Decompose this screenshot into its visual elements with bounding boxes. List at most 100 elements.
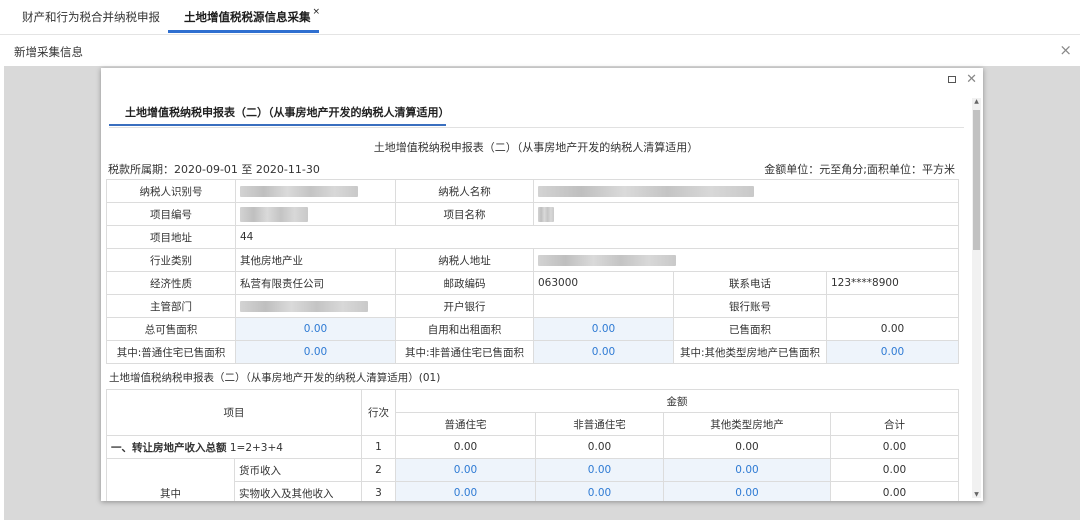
table-row: 其中 货币收入 2 0.00 0.00 0.00 0.00 bbox=[106, 458, 959, 501]
cell-label: 行业类别 bbox=[106, 248, 236, 272]
table-row: 纳税人识别号 纳税人名称 bbox=[106, 179, 959, 203]
table-row: 一、转让房地产收入总额 1=2+3+4 1 0.00 0.00 0.00 0.0… bbox=[106, 435, 959, 459]
scroll-up-icon[interactable]: ▲ bbox=[972, 98, 981, 105]
minimize-icon[interactable] bbox=[948, 76, 957, 83]
amount-nonordinary-input[interactable]: 0.00 bbox=[535, 458, 664, 482]
amount-nonordinary-input[interactable]: 0.00 bbox=[535, 481, 664, 501]
redacted-value bbox=[240, 300, 368, 312]
header-line: 行次 bbox=[361, 389, 396, 436]
tab-property-tax-filing[interactable]: 财产和行为税合并纳税申报 bbox=[22, 0, 160, 33]
amount-other: 0.00 bbox=[663, 435, 831, 459]
row-item-title: 一、转让房地产收入总额 bbox=[111, 441, 227, 454]
row-group: 其中 bbox=[106, 458, 235, 501]
row-item-formula: 1=2+3+4 bbox=[226, 441, 283, 454]
table-row: 项目地址 44 bbox=[106, 225, 959, 249]
cell-label: 项目名称 bbox=[395, 202, 534, 226]
phone-field: 123****8900 bbox=[826, 271, 959, 295]
close-icon[interactable]: × bbox=[1059, 43, 1072, 58]
tab-bar: 财产和行为税合并纳税申报 土地增值税税源信息采集 × bbox=[0, 0, 1080, 35]
bank-field bbox=[533, 294, 674, 318]
economic-nature-field: 私营有限责任公司 bbox=[235, 271, 396, 295]
table-row: 经济性质 私营有限责任公司 邮政编码 063000 联系电话 123****89… bbox=[106, 271, 959, 295]
cell-label: 总可售面积 bbox=[106, 317, 236, 341]
amount-ordinary-input[interactable]: 0.00 bbox=[395, 481, 536, 501]
unit-note: 金额单位：元至角分;面积单位：平方米 bbox=[764, 163, 955, 176]
cell-label: 开户银行 bbox=[395, 294, 534, 318]
table-row: 总可售面积 0.00 自用和出租面积 0.00 已售面积 0.00 bbox=[106, 317, 959, 341]
row-item: 货币收入 bbox=[234, 458, 362, 482]
amount-ordinary-input[interactable]: 0.00 bbox=[395, 458, 536, 482]
row-item: 实物收入及其他收入 bbox=[234, 481, 362, 501]
vertical-scrollbar[interactable]: ▲ ▼ bbox=[972, 98, 981, 498]
detail-table: 项目 行次 金额 普通住宅 非普通住宅 其他类型房地产 合计 一、转让房地产收入… bbox=[106, 389, 959, 501]
table-row: 行业类别 其他房地产业 纳税人地址 bbox=[106, 248, 959, 272]
table-row: 项目编号 项目名称 bbox=[106, 202, 959, 226]
redacted-value bbox=[240, 185, 358, 197]
header-nonordinary: 非普通住宅 bbox=[535, 412, 664, 436]
report-title: 土地增值税纳税申报表（二）（从事房地产开发的纳税人清算适用） bbox=[373, 141, 699, 154]
cell-label: 自用和出租面积 bbox=[395, 317, 534, 341]
department-field bbox=[235, 294, 396, 318]
divider bbox=[109, 127, 964, 128]
basic-info-table: 纳税人识别号 纳税人名称 项目编号 项目名称 项目地址 44 行业类别 其他房地… bbox=[106, 179, 959, 364]
row-item: 一、转让房地产收入总额 1=2+3+4 bbox=[106, 435, 362, 459]
cell-label: 纳税人识别号 bbox=[106, 179, 236, 203]
dialog-tools: ✕ bbox=[942, 72, 977, 87]
amount-total: 0.00 bbox=[830, 458, 959, 482]
tab-label: 财产和行为税合并纳税申报 bbox=[22, 10, 160, 24]
amount-ordinary: 0.00 bbox=[395, 435, 536, 459]
tab-close-icon[interactable]: × bbox=[313, 7, 321, 17]
redacted-value bbox=[538, 185, 754, 197]
sold-area-value: 0.00 bbox=[826, 317, 959, 341]
cell-label: 纳税人名称 bbox=[395, 179, 534, 203]
project-address-field: 44 bbox=[235, 225, 959, 249]
total-sale-area-input[interactable]: 0.00 bbox=[235, 317, 396, 341]
row-line: 1 bbox=[361, 435, 396, 459]
scroll-down-icon[interactable]: ▼ bbox=[972, 491, 981, 498]
cell-label: 邮政编码 bbox=[395, 271, 534, 295]
page-title: 新增采集信息 bbox=[14, 45, 83, 59]
cell-label: 项目地址 bbox=[106, 225, 236, 249]
industry-field: 其他房地产业 bbox=[235, 248, 396, 272]
redacted-value bbox=[538, 254, 676, 266]
table-header-row: 项目 行次 金额 bbox=[106, 389, 959, 436]
cell-label: 其中:普通住宅已售面积 bbox=[106, 340, 236, 364]
cell-label: 已售面积 bbox=[673, 317, 827, 341]
self-use-area-input[interactable]: 0.00 bbox=[533, 317, 674, 341]
redacted-value bbox=[240, 206, 308, 222]
table-row: 实物收入及其他收入 3 0.00 0.00 0.00 0.00 bbox=[107, 481, 959, 501]
tab-land-vat-source-collection[interactable]: 土地增值税税源信息采集 × bbox=[184, 0, 320, 33]
cell-label: 联系电话 bbox=[673, 271, 827, 295]
cell-label: 纳税人地址 bbox=[395, 248, 534, 272]
account-field bbox=[826, 294, 959, 318]
header-ordinary: 普通住宅 bbox=[395, 412, 536, 436]
ordinary-sold-area-input[interactable]: 0.00 bbox=[235, 340, 396, 364]
table-row: 主管部门 开户银行 银行账号 bbox=[106, 294, 959, 318]
amount-other-input[interactable]: 0.00 bbox=[663, 458, 831, 482]
section-tab[interactable]: 土地增值税纳税申报表（二）（从事房地产开发的纳税人清算适用） bbox=[109, 100, 450, 126]
report-dialog: ✕ 土地增值税纳税申报表（二）（从事房地产开发的纳税人清算适用） 土地增值税纳税… bbox=[101, 68, 983, 501]
header-other: 其他类型房地产 bbox=[663, 412, 831, 436]
header-total: 合计 bbox=[830, 412, 959, 436]
nonordinary-sold-area-input[interactable]: 0.00 bbox=[533, 340, 674, 364]
amount-total: 0.00 bbox=[830, 481, 959, 501]
row-line: 2 bbox=[361, 458, 396, 482]
other-sold-area-input[interactable]: 0.00 bbox=[826, 340, 959, 364]
postcode-field: 063000 bbox=[533, 271, 674, 295]
cell-label: 银行账号 bbox=[673, 294, 827, 318]
redacted-value bbox=[538, 206, 554, 222]
close-icon[interactable]: ✕ bbox=[966, 72, 977, 87]
taxpayer-address-field bbox=[533, 248, 959, 272]
detail-section-label: 土地增值税纳税申报表（二）（从事房地产开发的纳税人清算适用）(01) bbox=[109, 372, 441, 384]
taxpayer-id-field bbox=[235, 179, 396, 203]
cell-label: 项目编号 bbox=[106, 202, 236, 226]
cell-label: 其中:非普通住宅已售面积 bbox=[395, 340, 534, 364]
header-item: 项目 bbox=[106, 389, 362, 436]
cell-label: 经济性质 bbox=[106, 271, 236, 295]
amount-other-input[interactable]: 0.00 bbox=[663, 481, 831, 501]
sub-header: 新增采集信息 × bbox=[0, 35, 1080, 65]
project-name-field bbox=[533, 202, 959, 226]
scrollbar-thumb[interactable] bbox=[973, 110, 980, 250]
tab-label: 土地增值税税源信息采集 bbox=[184, 10, 311, 24]
table-row: 其中:普通住宅已售面积 0.00 其中:非普通住宅已售面积 0.00 其中:其他… bbox=[106, 340, 959, 364]
